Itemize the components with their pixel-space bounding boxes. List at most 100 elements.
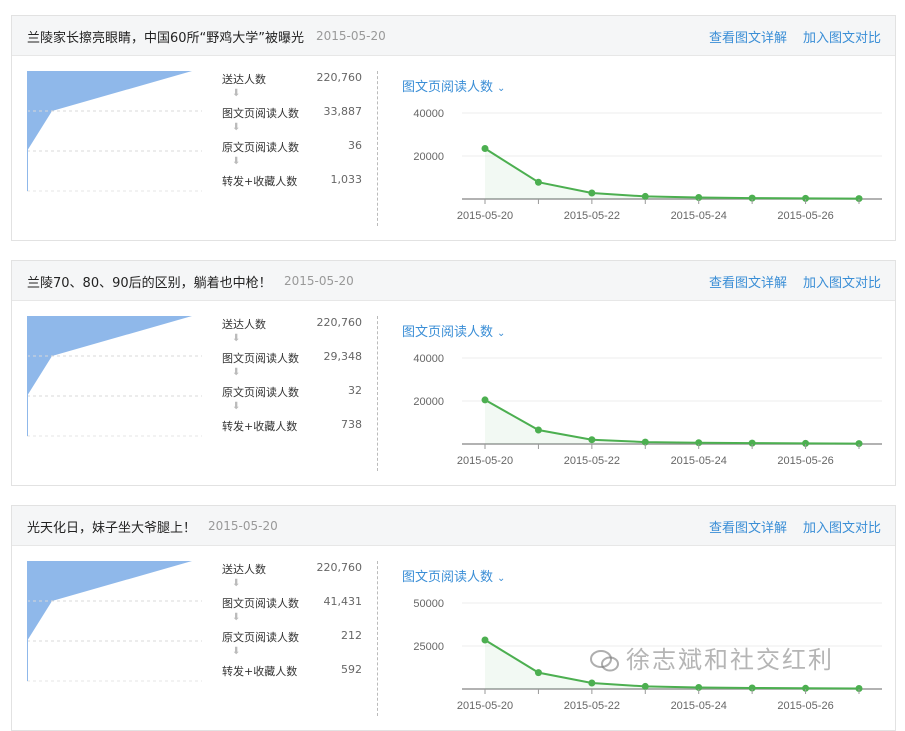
stat-label: 原文页阅读人数: [222, 631, 299, 644]
y-tick-label: 50000: [413, 598, 444, 610]
funnel-graphic: [27, 316, 202, 437]
stat-value: 1,033: [330, 173, 363, 186]
metric-selector[interactable]: 图文页阅读人数 ⌄: [402, 566, 505, 585]
x-tick-label: 2015-05-26: [777, 455, 833, 467]
metric-selector[interactable]: 图文页阅读人数 ⌄: [402, 321, 505, 340]
y-tick-label: 40000: [413, 108, 444, 120]
metric-label: 图文页阅读人数: [402, 80, 494, 95]
stat-label: 转发+收藏人数: [222, 420, 298, 433]
down-arrow-icon: ⬇: [232, 646, 241, 657]
stat-row: 原文页阅读人数 36: [222, 139, 362, 155]
stat-value: 220,760: [316, 316, 363, 329]
stat-value: 33,887: [323, 105, 363, 118]
divider: [377, 71, 378, 226]
chevron-down-icon: ⌄: [497, 328, 506, 339]
y-tick-label: 40000: [413, 353, 444, 365]
stat-label: 原文页阅读人数: [222, 386, 299, 399]
article-date: 2015-05-20: [284, 274, 354, 288]
x-tick-label: 2015-05-22: [564, 210, 620, 222]
view-detail-link[interactable]: 查看图文详解: [709, 27, 787, 46]
x-tick-label: 2015-05-20: [457, 455, 513, 467]
stat-value: 36: [348, 139, 362, 152]
stat-value: 592: [341, 663, 362, 676]
watermark-text: 徐志斌和社交红利: [626, 646, 834, 674]
data-point: [481, 636, 489, 644]
down-arrow-icon: ⬇: [232, 333, 241, 344]
article-title[interactable]: 兰陵家长擦亮眼睛，中国60所“野鸡大学”被曝光: [27, 27, 304, 46]
stat-value: 41,431: [323, 595, 363, 608]
add-compare-link[interactable]: 加入图文对比: [803, 27, 881, 46]
x-tick-label: 2015-05-20: [457, 700, 513, 712]
x-tick-label: 2015-05-24: [671, 700, 727, 712]
stat-value: 220,760: [316, 561, 363, 574]
wechat-icon: [590, 650, 619, 672]
down-arrow-icon: ⬇: [232, 88, 241, 99]
article-date: 2015-05-20: [316, 29, 386, 43]
line-chart: 20000 40000 2015-05-20 2015-05-22 2015-05-24…: [413, 108, 882, 222]
card-body: 送达人数 220,760 ⬇ 图文页阅读人数 41,431 ⬇ 原文页阅读人数 212 ⬇ 转发+…: [12, 546, 895, 730]
y-tick-label: 25000: [413, 641, 444, 653]
down-arrow-icon: ⬇: [232, 367, 241, 378]
stat-row: 原文页阅读人数 32: [222, 384, 362, 400]
article-card: 光天化日，妹子坐大爷腿上！ 2015-05-20 查看图文详解 加入图文对比送达人数 2…: [11, 505, 896, 731]
down-arrow-icon: ⬇: [232, 401, 241, 412]
funnel-graphic: [27, 71, 202, 192]
article-title[interactable]: 光天化日，妹子坐大爷腿上！: [27, 517, 196, 536]
chevron-down-icon: ⌄: [497, 83, 506, 94]
stat-label: 送达人数: [222, 73, 266, 86]
metric-label: 图文页阅读人数: [402, 570, 494, 585]
x-tick-label: 2015-05-20: [457, 210, 513, 222]
stat-row: 图文页阅读人数 33,887: [222, 105, 362, 121]
x-tick-label: 2015-05-26: [777, 210, 833, 222]
card-header: 兰陵家长擦亮眼睛，中国60所“野鸡大学”被曝光 2015-05-20 查看图文详解加…: [12, 16, 895, 56]
stat-row: 送达人数 220,760: [222, 561, 362, 577]
article-title[interactable]: 兰陵70、80、90后的区别，躺着也中枪！: [27, 272, 272, 291]
x-tick-label: 2015-05-22: [564, 700, 620, 712]
stat-label: 送达人数: [222, 318, 266, 331]
funnel-graphic: [27, 561, 202, 682]
line-chart: 20000 40000 2015-05-20 2015-05-22 2015-05-24…: [413, 353, 882, 467]
data-point: [481, 396, 489, 404]
stat-row: 原文页阅读人数 212: [222, 629, 362, 645]
add-compare-link[interactable]: 加入图文对比: [803, 517, 881, 536]
stat-row: 送达人数 220,760: [222, 71, 362, 87]
series-area: [485, 399, 859, 444]
data-point: [534, 669, 542, 677]
data-point: [588, 189, 596, 197]
stat-row: 转发+收藏人数 592: [222, 663, 362, 679]
stat-label: 原文页阅读人数: [222, 141, 299, 154]
view-detail-link[interactable]: 查看图文详解: [709, 272, 787, 291]
metric-selector[interactable]: 图文页阅读人数 ⌄: [402, 76, 505, 95]
divider: [377, 561, 378, 716]
x-tick-label: 2015-05-26: [777, 700, 833, 712]
card-body: 送达人数 220,760 ⬇ 图文页阅读人数 29,348 ⬇ 原文页阅读人数 32 ⬇ 转发+收…: [12, 301, 895, 485]
stat-row: 送达人数 220,760: [222, 316, 362, 332]
x-tick-label: 2015-05-24: [671, 210, 727, 222]
stat-row: 图文页阅读人数 41,431: [222, 595, 362, 611]
y-tick-label: 20000: [413, 151, 444, 163]
data-point: [641, 192, 649, 200]
card-header: 兰陵70、80、90后的区别，躺着也中枪！ 2015-05-20 查看图文详解 加入图…: [12, 261, 895, 301]
add-compare-link[interactable]: 加入图文对比: [803, 272, 881, 291]
watermark: 徐志斌和社交红利: [590, 640, 834, 675]
down-arrow-icon: ⬇: [232, 578, 241, 589]
stat-row: 图文页阅读人数 29,348: [222, 350, 362, 366]
article-card: 兰陵家长擦亮眼睛，中国60所“野鸡大学”被曝光 2015-05-20 查看图文详解加…: [11, 15, 896, 241]
stat-label: 图文页阅读人数: [222, 597, 299, 610]
view-detail-link[interactable]: 查看图文详解: [709, 517, 787, 536]
down-arrow-icon: ⬇: [232, 122, 241, 133]
data-point: [481, 144, 489, 152]
stat-row: 转发+收藏人数 738: [222, 418, 362, 434]
chevron-down-icon: ⌄: [497, 573, 506, 584]
stat-value: 738: [341, 418, 362, 431]
article-date: 2015-05-20: [208, 519, 278, 533]
data-point: [641, 682, 649, 690]
stat-value: 29,348: [323, 350, 363, 363]
data-point: [588, 436, 596, 444]
card-body: 送达人数 220,760 ⬇ 图文页阅读人数 33,887 ⬇ 原文页阅读人数 36 ⬇ 转发+收…: [12, 56, 895, 240]
card-header: 光天化日，妹子坐大爷腿上！ 2015-05-20 查看图文详解 加入图文对比: [12, 506, 895, 546]
stat-value: 212: [341, 629, 362, 642]
data-point: [588, 679, 596, 687]
stat-label: 图文页阅读人数: [222, 107, 299, 120]
stat-label: 图文页阅读人数: [222, 352, 299, 365]
